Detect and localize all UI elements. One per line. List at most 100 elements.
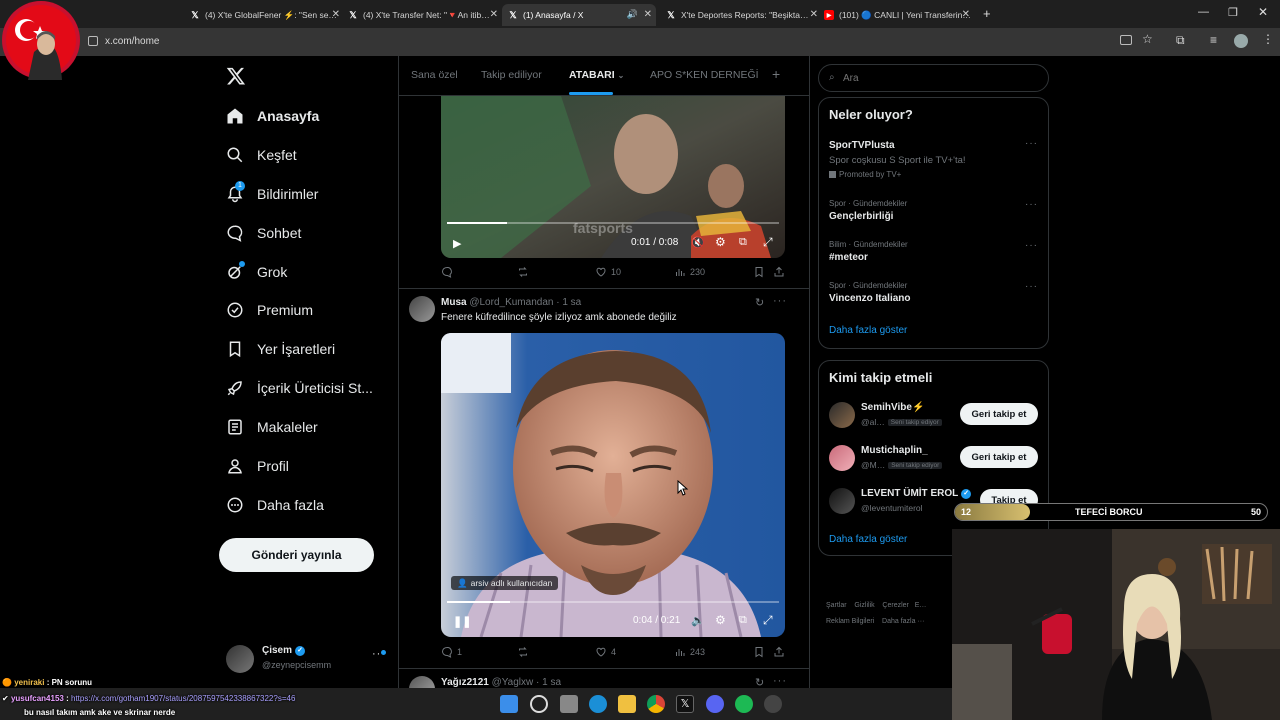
- promoted-trend[interactable]: SporTVPlusta Spor coşkusu S Sport ile TV…: [829, 140, 1039, 179]
- close-icon[interactable]: ✕: [810, 9, 818, 20]
- tab-list[interactable]: APO S*KEN DERNEĞİ: [650, 69, 759, 81]
- fullscreen-icon[interactable]: ⤢: [763, 235, 773, 250]
- nav-bookmarks[interactable]: Yer İşaretleri: [226, 334, 335, 364]
- footer-link[interactable]: Çerezler: [882, 602, 908, 609]
- profile-avatar-icon[interactable]: [1234, 34, 1248, 48]
- more-icon[interactable]: ···: [1025, 138, 1038, 149]
- add-tab-icon[interactable]: +: [772, 66, 780, 82]
- fullscreen-icon[interactable]: ⤢: [763, 613, 773, 628]
- chat-link[interactable]: https://x.com/gotham1907/status/20875975…: [71, 694, 341, 704]
- media-controls-icon[interactable]: ≡: [1210, 33, 1217, 47]
- nav-notifications[interactable]: 1 Bildirimler: [226, 179, 318, 209]
- site-info-icon[interactable]: [88, 36, 98, 46]
- post-time[interactable]: · 1 sa: [536, 677, 561, 688]
- show-more-link[interactable]: Daha fazla göster: [829, 534, 907, 545]
- x-app-icon[interactable]: 𝕏: [676, 695, 694, 713]
- account-switcher[interactable]: Çisem ✓ @zeynepcisemm ···: [226, 644, 396, 674]
- tab-following[interactable]: Takip ediliyor: [481, 69, 542, 81]
- browser-tab[interactable]: 𝕏 X'te Deportes Reports: "Beşikta… ✕: [666, 4, 818, 26]
- browser-menu-icon[interactable]: ⋮: [1262, 32, 1274, 46]
- views-button[interactable]: 243: [674, 646, 705, 658]
- nav-chat[interactable]: Sohbet: [226, 218, 301, 248]
- author-name[interactable]: Yağız2121: [441, 677, 489, 688]
- reply-button[interactable]: [441, 266, 457, 278]
- close-window-button[interactable]: ✕: [1258, 5, 1268, 19]
- close-icon[interactable]: ✕: [644, 9, 652, 20]
- settings-icon[interactable]: ⚙: [715, 235, 726, 249]
- tab-atabari[interactable]: ATABARI ⌄: [569, 69, 624, 81]
- spotify-icon[interactable]: [735, 695, 753, 713]
- footer-link[interactable]: Daha fazla ···: [882, 618, 924, 625]
- bookmark-button[interactable]: [753, 646, 769, 658]
- grok-post-icon[interactable]: ↻: [755, 296, 764, 309]
- more-icon[interactable]: ···: [773, 295, 787, 307]
- trend-item[interactable]: Spor · Gündemdekiler Vincenzo Italiano: [829, 281, 911, 304]
- more-icon[interactable]: ···: [1025, 240, 1038, 251]
- minimize-button[interactable]: —: [1198, 6, 1209, 18]
- more-icon[interactable]: ···: [1025, 281, 1038, 292]
- nav-creator-studio[interactable]: İçerik Üreticisi St...: [226, 373, 373, 403]
- pause-icon[interactable]: ❚❚: [453, 615, 471, 628]
- video-progress-track[interactable]: [447, 601, 779, 603]
- trend-item[interactable]: Spor · Gündemdekiler Gençlerbirliği: [829, 199, 907, 222]
- video-player[interactable]: fatsports ▶ 0:01 / 0:08 🔇 ⚙ ⧉ ⤢: [441, 96, 785, 258]
- browser-tab[interactable]: 𝕏 (4) X'te Transfer Net: "🔻An itib… ✕: [348, 4, 498, 26]
- nav-articles[interactable]: Makaleler: [226, 412, 318, 442]
- trend-item[interactable]: Bilim · Gündemdekiler #meteor: [829, 240, 908, 263]
- post-time[interactable]: · 1 sa: [556, 297, 581, 308]
- discord-icon[interactable]: [706, 695, 724, 713]
- pip-icon[interactable]: ⧉: [739, 614, 747, 627]
- nav-home[interactable]: Anasayfa: [226, 101, 319, 131]
- chrome-icon[interactable]: [647, 695, 665, 713]
- footer-link[interactable]: Gizlilik: [854, 602, 874, 609]
- avatar[interactable]: [409, 296, 435, 322]
- views-button[interactable]: 230: [674, 266, 705, 278]
- search-bar[interactable]: ⌕: [818, 64, 1049, 92]
- nav-premium[interactable]: Premium: [226, 295, 313, 325]
- tab-for-you[interactable]: Sana özel: [411, 69, 458, 81]
- task-view-icon[interactable]: [560, 695, 578, 713]
- footer-link[interactable]: Şartlar: [826, 602, 847, 609]
- mute-icon[interactable]: 🔇: [691, 236, 705, 249]
- follow-back-button[interactable]: Geri takip et: [960, 403, 1038, 425]
- extensions-icon[interactable]: ⧉: [1176, 33, 1185, 48]
- search-icon[interactable]: [530, 695, 548, 713]
- restore-button[interactable]: ❐: [1228, 6, 1238, 19]
- show-more-link[interactable]: Daha fazla göster: [829, 325, 907, 336]
- video-progress-track[interactable]: [447, 222, 779, 224]
- pip-icon[interactable]: ⧉: [739, 236, 747, 249]
- post-button[interactable]: Gönderi yayınla: [219, 538, 374, 572]
- browser-tab[interactable]: 𝕏 (4) X'te GlobalFener ⚡: "Sen se… ✕: [190, 4, 340, 26]
- edge-icon[interactable]: [589, 695, 607, 713]
- url-field[interactable]: x.com/home: [105, 36, 159, 47]
- reply-button[interactable]: 1: [441, 646, 462, 658]
- footer-link[interactable]: Reklam Bilgileri: [826, 618, 874, 625]
- nav-grok[interactable]: Grok: [226, 257, 287, 287]
- nav-more[interactable]: Daha fazla: [226, 490, 324, 520]
- share-button[interactable]: [773, 646, 789, 658]
- file-explorer-icon[interactable]: [618, 695, 636, 713]
- repost-button[interactable]: [517, 266, 533, 278]
- repost-button[interactable]: [517, 646, 533, 658]
- close-icon[interactable]: ✕: [490, 9, 498, 20]
- cast-icon[interactable]: [1120, 35, 1132, 45]
- bookmark-star-icon[interactable]: ☆: [1142, 32, 1153, 46]
- more-icon[interactable]: ···: [773, 675, 787, 687]
- nav-explore[interactable]: Keşfet: [226, 140, 297, 170]
- settings-app-icon[interactable]: [764, 695, 782, 713]
- windows-start-icon[interactable]: [500, 695, 518, 713]
- browser-tab-active[interactable]: 𝕏 (1) Anasayfa / X 🔊 ✕: [502, 4, 656, 26]
- nav-profile[interactable]: Profil: [226, 451, 289, 481]
- video-attribution[interactable]: 👤 arsiv adlı kullanıcıdan: [451, 576, 559, 590]
- speaker-icon[interactable]: 🔊: [627, 9, 638, 20]
- play-icon[interactable]: ▶: [453, 237, 461, 250]
- author-name[interactable]: Musa: [441, 297, 467, 308]
- close-icon[interactable]: ✕: [962, 9, 970, 20]
- new-tab-button[interactable]: +: [983, 6, 991, 21]
- author-handle[interactable]: @Lord_Kumandan: [469, 297, 553, 308]
- bookmark-button[interactable]: [753, 266, 769, 278]
- share-button[interactable]: [773, 266, 789, 278]
- author-handle[interactable]: @Yaglxw: [492, 677, 534, 688]
- settings-icon[interactable]: ⚙: [715, 613, 726, 627]
- x-logo-icon[interactable]: [226, 66, 248, 88]
